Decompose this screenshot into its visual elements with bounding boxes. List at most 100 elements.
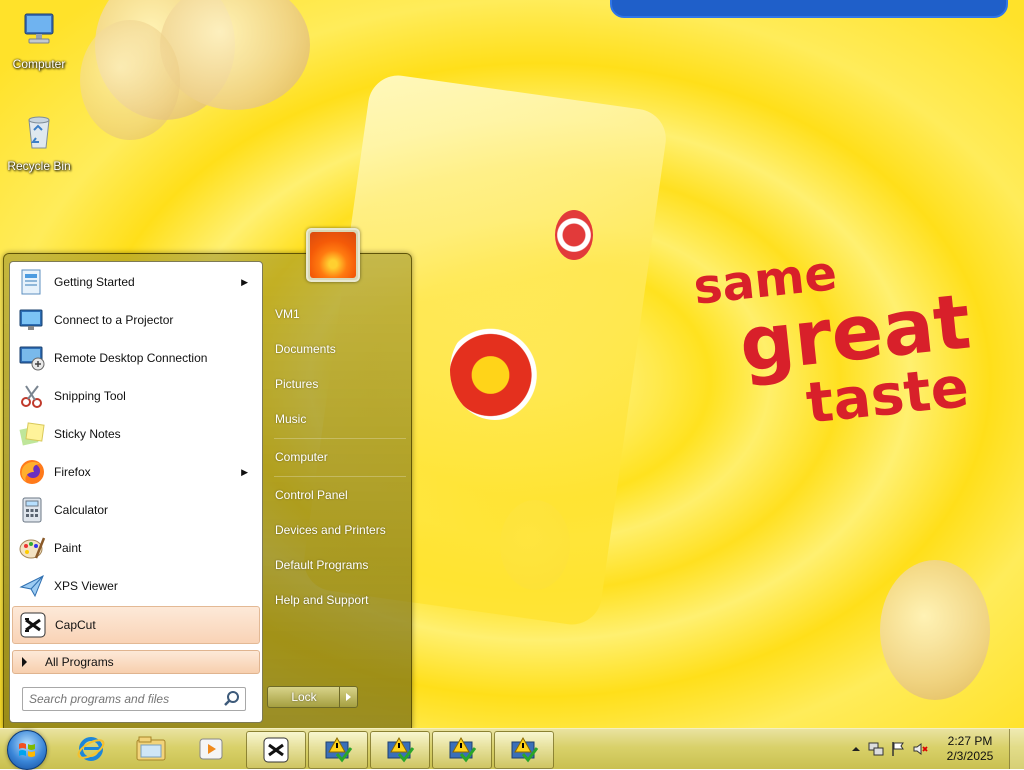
clock-date: 2/3/2025 [946,749,994,763]
program-remote-desktop-connection[interactable]: Remote Desktop Connection [12,340,258,376]
taskbar-app-installer-2[interactable] [370,731,430,769]
warning-installer-icon [325,736,353,763]
program-label: Snipping Tool [54,389,126,403]
program-label: Firefox [54,465,91,479]
program-paint[interactable]: Paint [12,530,258,566]
calculator-icon [16,494,48,526]
start-menu-programs-pane: Getting Started ▶ Connect to a Projector… [9,261,263,723]
start-link-documents[interactable]: Documents [269,335,409,363]
program-firefox[interactable]: Firefox ▶ [12,454,258,490]
program-label: Connect to a Projector [54,313,174,327]
all-programs-arrow-icon [22,657,27,667]
program-label: Calculator [54,503,109,517]
start-link-label: VM1 [275,307,300,321]
top-banner [610,0,1008,18]
start-link-help-and-support[interactable]: Help and Support [269,586,409,614]
start-link-user[interactable]: VM1 [269,300,409,328]
capcut-icon [263,737,289,763]
start-link-label: Pictures [275,377,319,391]
taskbar-app-installer-1[interactable] [308,731,368,769]
computer-icon [24,13,54,44]
desktop-icon-computer[interactable]: Computer [1,10,77,71]
start-search-box[interactable] [22,687,246,711]
start-link-label: Control Panel [275,488,348,502]
taskbar-pinned-internet-explorer[interactable] [62,731,120,767]
search-input[interactable] [23,692,223,706]
program-label: XPS Viewer [54,579,118,593]
program-label: Paint [54,541,82,555]
start-link-pictures[interactable]: Pictures [269,370,409,398]
taskbar-app-installer-4[interactable] [494,731,554,769]
clock-time: 2:27 PM [947,734,993,748]
warning-installer-icon [387,736,415,763]
projector-icon [16,304,48,336]
clock[interactable]: 2:27 PM 2/3/2025 [940,734,1000,764]
firefox-icon [16,456,48,488]
file-explorer-icon [136,736,166,761]
paint-palette-icon [16,532,48,564]
start-link-computer[interactable]: Computer [269,443,409,471]
slogan-line-3: taste [803,354,972,437]
show-desktop-button[interactable] [1009,729,1024,769]
program-connect-to-projector[interactable]: Connect to a Projector [12,302,258,338]
action-center-flag-icon[interactable] [890,741,906,757]
capcut-icon [17,609,49,641]
taskbar: 2:27 PM 2/3/2025 [0,728,1024,770]
program-label: Getting Started [54,275,135,289]
start-link-label: Help and Support [275,593,369,607]
program-label: Remote Desktop Connection [54,351,208,365]
start-link-default-programs[interactable]: Default Programs [269,551,409,579]
search-icon[interactable] [223,690,241,708]
arrow-right-icon [346,693,351,701]
recycle-bin-icon [28,116,50,149]
wallpaper-slogan: same great taste [691,237,975,443]
windows-logo-icon [19,743,35,757]
desktop-icon-label: Recycle Bin [7,159,71,173]
system-tray: 2:27 PM 2/3/2025 [834,729,1024,769]
all-programs-button[interactable]: All Programs [12,650,260,674]
start-button[interactable] [7,730,47,770]
bag-badge [555,210,593,260]
taskbar-app-installer-3[interactable] [432,731,492,769]
program-getting-started[interactable]: Getting Started ▶ [12,264,258,300]
lock-label: Lock [291,690,317,704]
program-label: Sticky Notes [54,427,121,441]
start-link-devices-and-printers[interactable]: Devices and Printers [269,516,409,544]
internet-explorer-icon [77,737,105,761]
all-programs-label: All Programs [45,655,114,669]
remote-desktop-icon [16,342,48,374]
start-link-label: Devices and Printers [275,523,386,537]
start-menu: Getting Started ▶ Connect to a Projector… [3,253,412,730]
scissors-icon [16,380,48,412]
sticky-notes-icon [16,418,48,450]
getting-started-icon [16,266,48,298]
show-hidden-icons-icon[interactable] [848,741,864,757]
desktop-icon-recycle-bin[interactable]: Recycle Bin [1,112,77,173]
taskbar-pinned-media-player[interactable] [182,731,240,767]
lock-button[interactable]: Lock [267,686,341,708]
media-player-icon [199,738,223,760]
program-calculator[interactable]: Calculator [12,492,258,528]
xps-viewer-icon [16,570,48,602]
start-link-control-panel[interactable]: Control Panel [269,481,409,509]
user-account-picture[interactable] [306,228,360,282]
submenu-arrow-icon: ▶ [241,276,248,287]
program-capcut[interactable]: CapCut [12,606,260,644]
start-link-label: Default Programs [275,558,369,572]
warning-installer-icon [449,736,477,763]
program-snipping-tool[interactable]: Snipping Tool [12,378,258,414]
start-link-label: Documents [275,342,336,356]
shutdown-options-arrow[interactable] [339,686,358,708]
taskbar-app-capcut[interactable] [246,731,306,769]
separator [274,438,406,439]
taskbar-pinned-file-explorer[interactable] [122,731,180,767]
warning-installer-icon [511,736,539,763]
network-icon[interactable] [868,741,884,757]
program-label: CapCut [55,618,96,632]
program-sticky-notes[interactable]: Sticky Notes [12,416,258,452]
separator [274,476,406,477]
program-xps-viewer[interactable]: XPS Viewer [12,568,258,604]
start-link-label: Music [275,412,307,426]
volume-muted-icon[interactable] [912,741,928,757]
start-link-music[interactable]: Music [269,405,409,433]
